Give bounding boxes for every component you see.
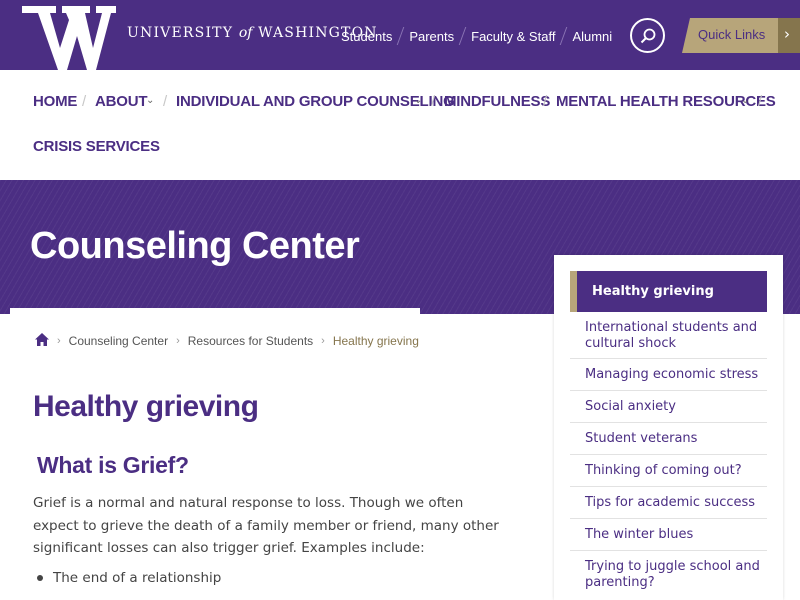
chevron-right-icon: › bbox=[784, 25, 790, 43]
nav-crisis-services[interactable]: CRISIS SERVICES bbox=[33, 138, 160, 155]
sidebar-item-label: The winter blues bbox=[585, 527, 694, 542]
quick-links-label: Quick Links bbox=[698, 27, 766, 42]
link-faculty-staff[interactable]: Faculty & Staff bbox=[471, 29, 555, 44]
nav-about[interactable]: ABOUT bbox=[95, 93, 148, 110]
sidebar-item-economic-stress[interactable]: Managing economic stress bbox=[570, 359, 767, 391]
bullet-icon bbox=[37, 575, 43, 581]
link-parents[interactable]: Parents bbox=[409, 29, 454, 44]
chevron-down-icon[interactable]: ⌄ bbox=[146, 95, 154, 106]
nav-separator: / bbox=[543, 93, 548, 110]
uw-logo[interactable] bbox=[22, 6, 116, 70]
breadcrumb-resources-for-students[interactable]: Resources for Students bbox=[188, 334, 313, 348]
sidebar-item-label: Thinking of coming out? bbox=[585, 463, 742, 478]
w-logo-icon bbox=[22, 6, 116, 70]
nav-separator: / bbox=[758, 93, 763, 110]
quick-links-arrow: › bbox=[778, 18, 800, 53]
breadcrumb-current-page: Healthy grieving bbox=[332, 334, 419, 348]
nav-individual-group-counseling[interactable]: INDIVIDUAL AND GROUP COUNSELING bbox=[176, 93, 455, 110]
sidebar-item-coming-out[interactable]: Thinking of coming out? bbox=[570, 455, 767, 487]
sidebar-item-international-students[interactable]: International students and cultural shoc… bbox=[570, 312, 767, 359]
sidebar-item-label: International students and cultural shoc… bbox=[585, 320, 758, 351]
list-item-text: The end of a relationship bbox=[53, 570, 222, 586]
sidebar-item-winter-blues[interactable]: The winter blues bbox=[570, 519, 767, 551]
audience-links: Students Parents Faculty & Staff Alumni bbox=[341, 27, 612, 45]
sidebar-item-label: Managing economic stress bbox=[585, 367, 759, 382]
sidebar-item-academic-success[interactable]: Tips for academic success bbox=[570, 487, 767, 519]
link-divider bbox=[397, 27, 405, 45]
sidebar-item-label: Healthy grieving bbox=[592, 284, 714, 299]
nav-separator: / bbox=[431, 93, 436, 110]
quick-links-button[interactable]: Quick Links › bbox=[682, 18, 800, 53]
breadcrumb-separator: › bbox=[57, 335, 61, 347]
link-divider bbox=[560, 27, 568, 45]
sidebar-item-label: Student veterans bbox=[585, 431, 698, 446]
nav-separator: / bbox=[163, 93, 168, 110]
site-title[interactable]: Counseling Center bbox=[30, 225, 360, 268]
wordmark-of: of bbox=[238, 25, 253, 41]
link-students[interactable]: Students bbox=[341, 29, 392, 44]
chevron-down-icon[interactable]: ⌄ bbox=[414, 95, 422, 106]
sidebar-item-label: Social anxiety bbox=[585, 399, 676, 414]
section-heading: What is Grief? bbox=[37, 452, 189, 478]
top-bar: UNIVERSITY of WASHINGTON Students Parent… bbox=[0, 0, 800, 70]
breadcrumb-counseling-center[interactable]: Counseling Center bbox=[69, 334, 168, 348]
sidebar-item-healthy-grieving[interactable]: Healthy grieving bbox=[570, 271, 767, 312]
breadcrumb-separator: › bbox=[321, 335, 325, 347]
sidebar-item-label: Tips for academic success bbox=[585, 495, 756, 510]
breadcrumb-separator: › bbox=[176, 335, 180, 347]
wordmark-university: UNIVERSITY bbox=[127, 25, 234, 41]
nav-home[interactable]: HOME bbox=[33, 93, 77, 110]
sidebar-item-label: Trying to juggle school and parenting? bbox=[585, 559, 760, 590]
list-item: The end of a relationship bbox=[37, 570, 221, 586]
page-title: Healthy grieving bbox=[33, 390, 259, 423]
link-divider bbox=[458, 27, 467, 45]
nav-separator: / bbox=[82, 93, 87, 110]
intro-paragraph: Grief is a normal and natural response t… bbox=[33, 495, 499, 556]
nav-mindfulness[interactable]: MINDFULNESS bbox=[444, 93, 550, 110]
breadcrumb: › Counseling Center › Resources for Stud… bbox=[35, 333, 419, 349]
sidebar-item-school-and-parenting[interactable]: Trying to juggle school and parenting? bbox=[570, 551, 767, 600]
sidebar-item-social-anxiety[interactable]: Social anxiety bbox=[570, 391, 767, 423]
search-icon bbox=[640, 28, 656, 44]
sidebar-item-student-veterans[interactable]: Student veterans bbox=[570, 423, 767, 455]
main-navigation: HOME / ABOUT ⌄ / INDIVIDUAL AND GROUP CO… bbox=[0, 70, 800, 180]
home-icon[interactable] bbox=[35, 333, 49, 349]
chevron-down-icon[interactable]: ⌄ bbox=[741, 95, 749, 106]
active-indicator bbox=[570, 271, 577, 312]
search-button[interactable] bbox=[630, 18, 665, 53]
link-alumni[interactable]: Alumni bbox=[572, 29, 612, 44]
